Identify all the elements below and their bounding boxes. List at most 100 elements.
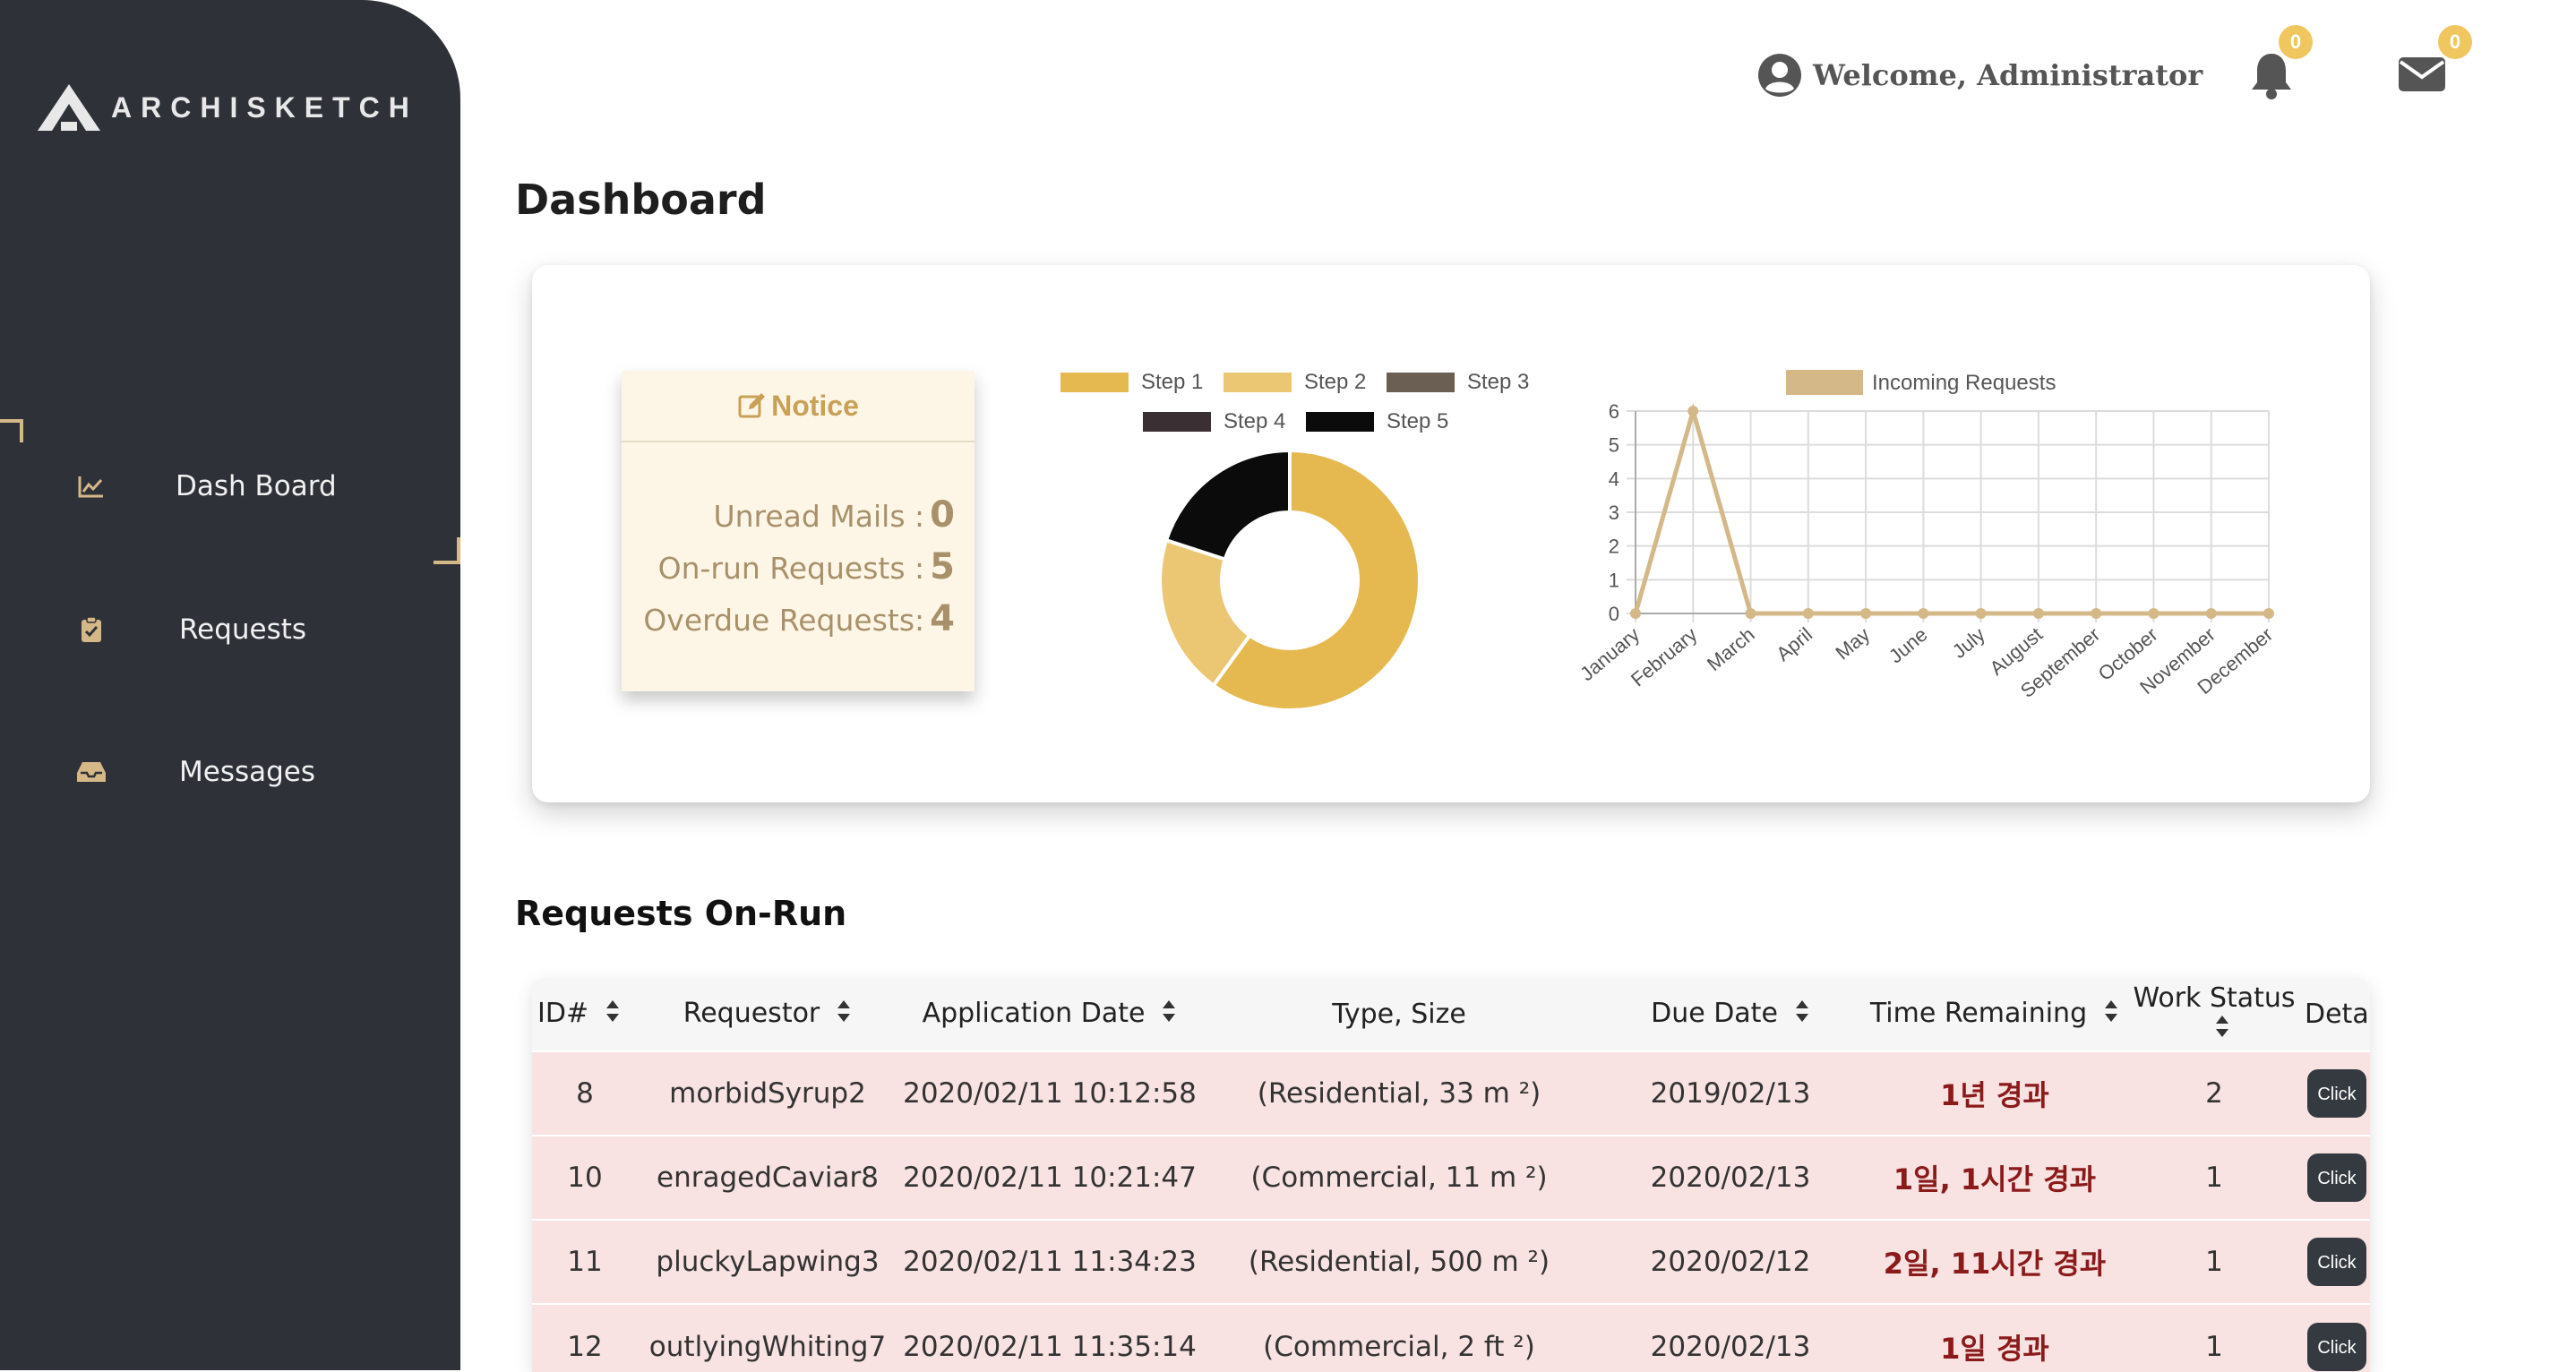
- y-tick-label: 0: [1609, 603, 1619, 625]
- cell-application-date: 2020/02/11 11:35:14: [903, 1330, 1197, 1363]
- welcome-user[interactable]: Welcome, Administrator: [1757, 50, 2202, 100]
- cell-id: 10: [567, 1162, 603, 1194]
- legend-label: Step 5: [1387, 409, 1448, 433]
- cell-time-remaining: 1일 경과: [1940, 1331, 2049, 1366]
- detail-button[interactable]: Click: [2307, 1153, 2366, 1202]
- sort-icon[interactable]: [1161, 999, 1177, 1031]
- sidebar: ARCHISKETCH Dash Board Requests Messages: [0, 0, 460, 1370]
- notice-panel: Notice Unread Mails :0 On-run Requests :…: [622, 371, 975, 691]
- messages-button[interactable]: 0: [2397, 25, 2472, 97]
- cell-due-date: 2020/02/13: [1650, 1330, 1811, 1363]
- y-tick-label: 5: [1609, 434, 1619, 457]
- column-header-detail: Detail: [2304, 978, 2370, 1051]
- notice-onrun: On-run Requests :5: [657, 546, 955, 587]
- sidebar-item-requests[interactable]: Requests: [0, 594, 460, 665]
- data-point: [2263, 608, 2274, 619]
- cell-work-status: 1: [2205, 1330, 2223, 1363]
- envelope-icon: [2399, 57, 2445, 91]
- cell-application-date: 2020/02/11 10:12:58: [903, 1077, 1197, 1110]
- cell-due-date: 2020/02/12: [1650, 1246, 1811, 1278]
- detail-button[interactable]: Click: [2307, 1322, 2366, 1371]
- table-row[interactable]: 10 enragedCaviar8 2020/02/11 10:21:47 (C…: [532, 1136, 2370, 1220]
- x-tick-label: March: [1703, 623, 1759, 675]
- messages-badge: 0: [2438, 25, 2472, 59]
- edit-icon: [738, 393, 766, 418]
- sort-icon[interactable]: [1794, 999, 1810, 1031]
- sidebar-item-dashboard[interactable]: Dash Board: [0, 450, 460, 522]
- column-header-label: Due Date: [1651, 998, 1778, 1030]
- legend-label: Incoming Requests: [1872, 371, 2056, 395]
- notice-unread: Unread Mails :0: [713, 494, 955, 536]
- data-point: [1687, 406, 1699, 416]
- data-point: [1630, 608, 1641, 619]
- legend-label: Step 3: [1467, 370, 1529, 394]
- legend-swatch: [1387, 373, 1455, 392]
- data-point: [2091, 608, 2102, 619]
- column-header-label: Application Date: [922, 998, 1146, 1030]
- column-header-label: Type, Size: [1332, 999, 1466, 1030]
- column-header-label: Requestor: [683, 998, 820, 1030]
- sort-icon[interactable]: [836, 999, 852, 1031]
- cell-work-status: 1: [2205, 1162, 2223, 1194]
- data-point: [1975, 608, 1987, 619]
- cell-work-status: 2: [2205, 1077, 2223, 1110]
- cell-id: 12: [567, 1330, 603, 1363]
- incoming-requests-line-chart: Incoming Requests0123456JanuaryFebruary M…: [1576, 370, 2277, 702]
- cell-time-remaining: 1일, 1시간 경과: [1893, 1162, 2097, 1196]
- cell-time-remaining: 1년 경과: [1940, 1078, 2049, 1112]
- column-header-id[interactable]: ID#: [532, 978, 638, 1051]
- column-header-time-remaining[interactable]: Time Remaining: [1865, 978, 2125, 1051]
- detail-button[interactable]: Click: [2307, 1069, 2366, 1118]
- notifications-badge: 0: [2279, 25, 2313, 59]
- sort-icon[interactable]: [2103, 999, 2119, 1031]
- column-header-label: ID#: [537, 998, 589, 1030]
- column-header-label: Detail: [2305, 999, 2370, 1030]
- notice-onrun-value: 5: [930, 546, 955, 587]
- logo-mark-icon: [38, 84, 100, 131]
- notice-overdue: Overdue Requests: 4: [643, 598, 955, 639]
- notice-header: Notice: [622, 371, 975, 442]
- cell-requestor: outlyingWhiting7: [648, 1330, 887, 1363]
- cell-type-size: (Residential, 33 m ²): [1257, 1077, 1541, 1110]
- table-row[interactable]: 12 outlyingWhiting7 2020/02/11 11:35:14 …: [532, 1304, 2370, 1372]
- legend-label: Step 4: [1224, 409, 1285, 433]
- column-header-type-size: Type, Size: [1202, 978, 1596, 1051]
- sidebar-item-messages[interactable]: Messages: [0, 736, 460, 808]
- legend-label: Step 1: [1141, 370, 1203, 394]
- y-tick-label: 2: [1609, 536, 1619, 558]
- column-header-work-status[interactable]: Work Status: [2125, 978, 2304, 1051]
- column-header-label: Work Status: [2133, 982, 2296, 1014]
- data-point: [2148, 608, 2160, 619]
- section-title: Requests On-Run: [515, 894, 847, 933]
- user-circle-icon: [1758, 54, 1801, 97]
- cell-type-size: (Commercial, 11 m ²): [1250, 1162, 1548, 1194]
- y-tick-label: 3: [1609, 502, 1619, 524]
- logo-text: ARCHISKETCH: [111, 90, 418, 124]
- welcome-text: Welcome, Administrator: [1813, 58, 2203, 92]
- legend-swatch: [1306, 412, 1374, 432]
- data-point: [1860, 608, 1872, 619]
- x-tick-label: July: [1948, 623, 1989, 663]
- detail-button[interactable]: Click: [2307, 1238, 2366, 1286]
- column-header-due-date[interactable]: Due Date: [1596, 978, 1865, 1051]
- cell-application-date: 2020/02/11 10:21:47: [903, 1162, 1197, 1194]
- sidebar-item-label: Dash Board: [176, 470, 337, 502]
- sort-icon[interactable]: [2214, 1014, 2230, 1046]
- data-point: [1802, 608, 1814, 619]
- clipboard-check-icon: [75, 613, 107, 646]
- cell-id: 11: [567, 1246, 603, 1278]
- notifications-button[interactable]: 0: [2246, 25, 2313, 99]
- app-logo[interactable]: ARCHISKETCH: [36, 81, 418, 134]
- table-row[interactable]: 8 morbidSyrup2 2020/02/11 10:12:58 (Resi…: [532, 1051, 2370, 1136]
- page-title: Dashboard: [515, 176, 767, 224]
- sort-icon[interactable]: [605, 999, 621, 1031]
- cell-time-remaining: 2일, 11시간 경과: [1883, 1247, 2107, 1281]
- cell-detail: Click: [2304, 1051, 2370, 1136]
- column-header-application-date[interactable]: Application Date: [897, 978, 1202, 1051]
- legend-label: Step 2: [1304, 370, 1366, 394]
- cell-application-date: 2020/02/11 11:34:23: [903, 1246, 1197, 1278]
- cell-due-date: 2019/02/13: [1650, 1077, 1811, 1110]
- column-header-requestor[interactable]: Requestor: [638, 978, 897, 1051]
- table-row[interactable]: 11 pluckyLapwing3 2020/02/11 11:34:23 (R…: [532, 1220, 2370, 1304]
- data-point: [1745, 608, 1756, 619]
